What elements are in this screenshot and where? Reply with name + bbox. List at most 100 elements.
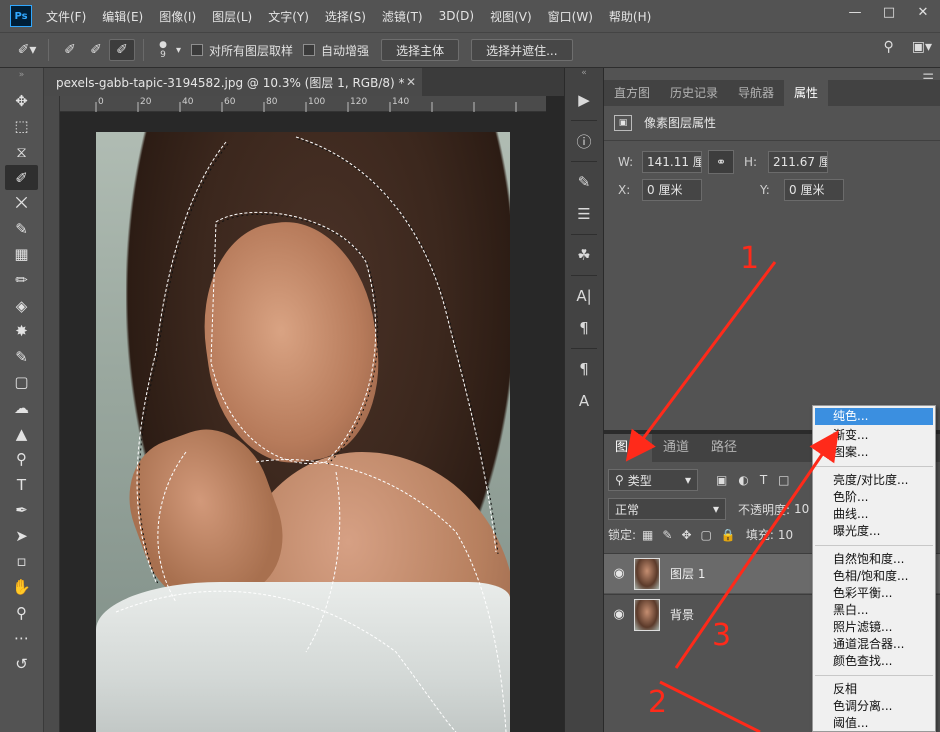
layer-name[interactable]: 背景	[670, 606, 694, 623]
select-and-mask-button[interactable]: 选择并遮住...	[471, 39, 573, 61]
fill-value[interactable]: 10	[778, 528, 793, 542]
dodge-tool-icon[interactable]: ⚲	[0, 446, 43, 472]
menu-item-black-white[interactable]: 黑白...	[813, 602, 935, 619]
history-brush-tool-icon[interactable]: ✸	[0, 318, 43, 344]
tab-navigator[interactable]: 导航器	[728, 80, 784, 106]
pen-tool-icon[interactable]: ✒	[0, 498, 43, 524]
canvas-area[interactable]	[61, 113, 546, 732]
quick-selection-tool-preset-icon[interactable]: ✐▾	[14, 39, 40, 61]
zoom-tool-icon[interactable]: ⚲	[0, 600, 43, 626]
crop-tool-icon[interactable]: ⨉	[0, 190, 43, 216]
paragraph-styles-icon[interactable]: ¶	[565, 353, 603, 385]
width-field[interactable]: 141.11 厘	[642, 151, 702, 173]
visibility-eye-icon[interactable]: ◉	[604, 607, 634, 622]
swap-colors-icon[interactable]: ↺	[0, 651, 43, 677]
menu-item-levels[interactable]: 色阶...	[813, 489, 935, 506]
y-field[interactable]: 0 厘米	[784, 179, 844, 201]
menu-help[interactable]: 帮助(H)	[609, 8, 651, 25]
menu-item-color-balance[interactable]: 色彩平衡...	[813, 585, 935, 602]
tab-layers[interactable]: 图层	[604, 434, 653, 462]
menu-item-gradient[interactable]: 渐变...	[813, 427, 935, 444]
menu-item-vibrance[interactable]: 自然饱和度...	[813, 551, 935, 568]
checkbox-box[interactable]	[303, 44, 316, 56]
panel-grip-icon[interactable]: »	[0, 68, 43, 88]
menu-layer[interactable]: 图层(L)	[212, 8, 252, 25]
x-field[interactable]: 0 厘米	[642, 179, 702, 201]
tab-channels[interactable]: 通道	[652, 434, 700, 462]
search-icon[interactable]: ⚲	[883, 39, 893, 55]
brush-tool-icon[interactable]: ✏	[0, 267, 43, 293]
menu-item-posterize[interactable]: 色调分离...	[813, 698, 935, 715]
menu-edit[interactable]: 编辑(E)	[102, 8, 143, 25]
adjustment-filter-icon[interactable]: ◐	[738, 473, 748, 487]
image-filter-icon[interactable]: ▣	[716, 473, 727, 487]
character-icon[interactable]: A|	[565, 280, 603, 312]
gradient-tool-icon[interactable]: ▢	[0, 370, 43, 396]
menu-view[interactable]: 视图(V)	[490, 8, 532, 25]
lock-pixels-icon[interactable]: ✎	[662, 528, 672, 542]
brush-size-picker[interactable]: ● 9	[152, 40, 174, 60]
add-to-selection-icon[interactable]: ✐	[83, 39, 109, 61]
height-field[interactable]: 211.67 厘	[768, 151, 828, 173]
lock-all-icon[interactable]: 🔒	[721, 528, 736, 542]
lock-position-icon[interactable]: ✥	[681, 528, 691, 542]
lasso-tool-icon[interactable]: ⧖	[0, 139, 43, 165]
menu-3d[interactable]: 3D(D)	[439, 9, 474, 23]
blend-mode-select[interactable]: 正常 ▾	[608, 498, 726, 520]
tab-paths[interactable]: 路径	[700, 434, 748, 462]
lock-artboard-icon[interactable]: ▢	[701, 528, 712, 542]
layer-filter-select[interactable]: ⚲ 类型 ▾	[608, 469, 698, 491]
clone-source-icon[interactable]: ☘	[565, 239, 603, 271]
document-image[interactable]	[96, 132, 510, 732]
sharpen-tool-icon[interactable]: ▲	[0, 421, 43, 447]
menu-image[interactable]: 图像(I)	[159, 8, 196, 25]
menu-select[interactable]: 选择(S)	[325, 8, 366, 25]
minimize-icon[interactable]: —	[838, 0, 872, 24]
hand-tool-icon[interactable]: ✋	[0, 574, 43, 600]
lock-transparency-icon[interactable]: ▦	[642, 528, 653, 542]
tab-properties[interactable]: 属性	[784, 80, 829, 106]
menu-item-brightness-contrast[interactable]: 亮度/对比度...	[813, 472, 935, 489]
visibility-eye-icon[interactable]: ◉	[604, 566, 634, 581]
move-tool-icon[interactable]: ✥	[0, 88, 43, 114]
auto-enhance-checkbox[interactable]: 自动增强	[303, 42, 369, 59]
menu-type[interactable]: 文字(Y)	[268, 8, 309, 25]
paragraph-icon[interactable]: ¶	[565, 312, 603, 344]
marquee-tool-icon[interactable]: ⬚	[0, 114, 43, 140]
menu-item-exposure[interactable]: 曝光度...	[813, 523, 935, 540]
menu-item-hue-saturation[interactable]: 色相/饱和度...	[813, 568, 935, 585]
chevron-down-icon[interactable]: ▾	[176, 45, 181, 56]
document-tab[interactable]: pexels-gabb-tapic-3194582.jpg @ 10.3% (图…	[44, 68, 422, 96]
healing-brush-tool-icon[interactable]: ▦	[0, 242, 43, 268]
close-icon[interactable]: ✕	[906, 0, 940, 24]
type-filter-icon[interactable]: T	[760, 473, 767, 487]
quick-selection-tool-icon[interactable]: ✐	[5, 164, 38, 191]
tab-histogram[interactable]: 直方图	[604, 80, 660, 106]
subtract-from-selection-icon[interactable]: ✐	[109, 39, 135, 61]
path-selection-tool-icon[interactable]: ➤	[0, 523, 43, 549]
menu-item-photo-filter[interactable]: 照片滤镜...	[813, 619, 935, 636]
character-styles-icon[interactable]: A	[565, 385, 603, 417]
clone-stamp-tool-icon[interactable]: ◈	[0, 293, 43, 319]
blur-tool-icon[interactable]: ☁	[0, 395, 43, 421]
layer-name[interactable]: 图层 1	[670, 565, 705, 582]
close-tab-icon[interactable]: ✕	[406, 75, 416, 89]
workspace-icon[interactable]: ▣▾	[912, 39, 932, 55]
menu-item-invert[interactable]: 反相	[813, 681, 935, 698]
eyedropper-tool-icon[interactable]: ✎	[0, 216, 43, 242]
menu-item-threshold[interactable]: 阈值...	[813, 715, 935, 732]
menu-item-curves[interactable]: 曲线...	[813, 506, 935, 523]
new-selection-icon[interactable]: ✐	[57, 39, 83, 61]
maximize-icon[interactable]: □	[872, 0, 906, 24]
opacity-value[interactable]: 10	[794, 502, 809, 516]
link-icon[interactable]: ⚭	[708, 150, 734, 174]
panel-grip-icon[interactable]: «	[565, 68, 603, 84]
menu-item-pattern[interactable]: 图案...	[813, 444, 935, 461]
menu-item-channel-mixer[interactable]: 通道混合器...	[813, 636, 935, 653]
tab-history[interactable]: 历史记录	[660, 80, 728, 106]
shape-tool-icon[interactable]: ▫	[0, 549, 43, 575]
type-tool-icon[interactable]: T	[0, 472, 43, 498]
play-action-icon[interactable]: ▶	[565, 84, 603, 116]
menu-filter[interactable]: 滤镜(T)	[382, 8, 423, 25]
menu-window[interactable]: 窗口(W)	[548, 8, 593, 25]
